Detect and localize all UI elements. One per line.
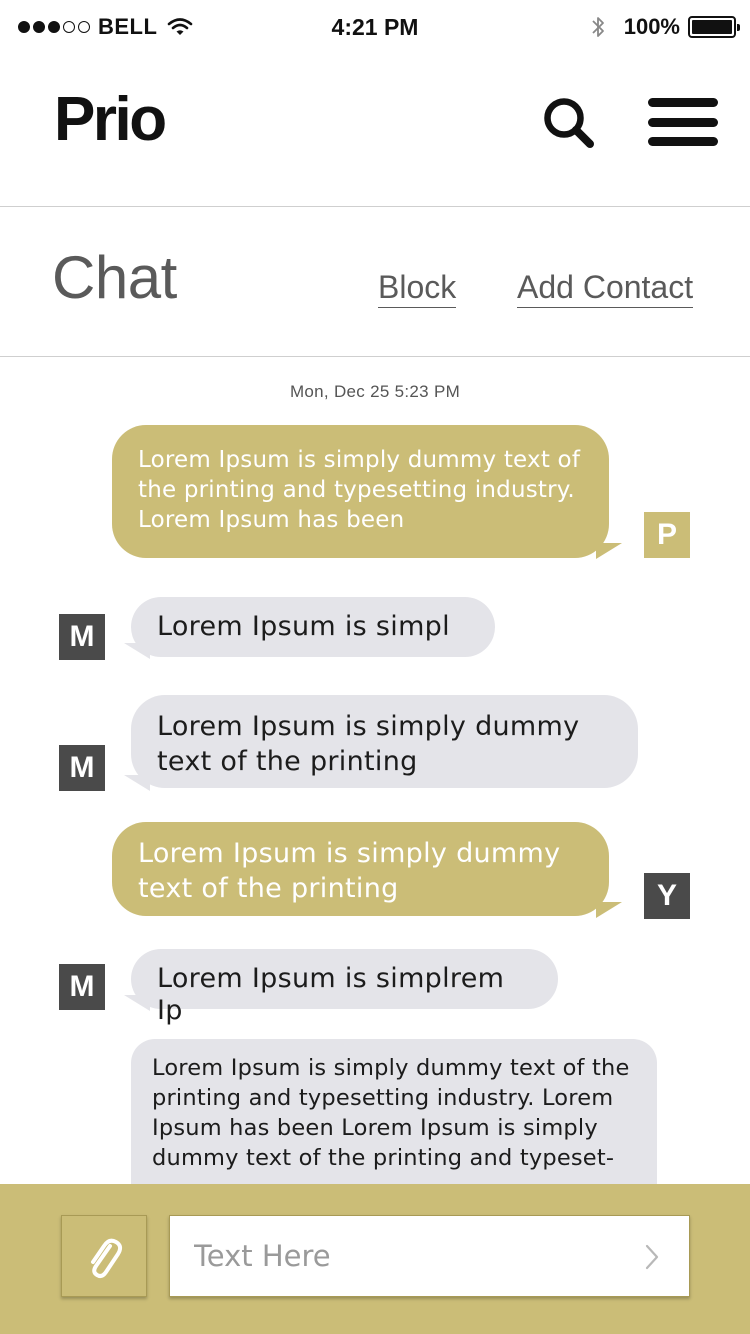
add-contact-link[interactable]: Add Contact	[517, 269, 694, 308]
message-input[interactable]	[194, 1239, 614, 1273]
incoming-message[interactable]: Lorem Ipsum is simply dummy text of the …	[131, 695, 638, 788]
outgoing-message[interactable]: Lorem Ipsum is simply dummy text of the …	[112, 822, 609, 916]
message-line: printing and typesetting industry. Lorem	[152, 1085, 614, 1111]
battery-fill	[692, 20, 732, 34]
message-line: the printing and typesetting industry.	[138, 477, 575, 503]
bluetooth-icon	[592, 17, 604, 37]
avatar[interactable]: P	[644, 512, 690, 558]
avatar[interactable]: Y	[644, 873, 690, 919]
app-header: Prio	[0, 54, 750, 207]
block-link[interactable]: Block	[378, 269, 457, 308]
message-line: Lorem Ipsum is simplrem Ip	[157, 963, 505, 1026]
message-line: text of the printing	[138, 873, 399, 904]
bubble-tail	[596, 543, 622, 559]
bubble-tail	[596, 902, 622, 918]
message-input-container	[169, 1215, 690, 1297]
menu-bar	[648, 137, 718, 146]
outgoing-message[interactable]: Lorem Ipsum is simply dummy text of the …	[112, 425, 609, 558]
search-button[interactable]	[540, 94, 598, 152]
message-line: Lorem Ipsum is simply dummy	[138, 838, 561, 869]
search-icon	[544, 98, 594, 148]
paperclip-icon	[91, 1238, 123, 1278]
menu-bar	[648, 98, 718, 107]
avatar[interactable]: M	[59, 614, 105, 660]
message-line: Lorem Ipsum is simply dummy	[157, 711, 580, 742]
message-line: Ipsum has been Lorem Ipsum is simply	[152, 1115, 598, 1141]
message-line: text of the printing	[157, 746, 418, 777]
battery-percentage: 100%	[623, 14, 680, 39]
message-line: Lorem Ipsum is simply dummy text of the	[152, 1055, 630, 1081]
incoming-message[interactable]: Lorem Ipsum is simply dummy text of the …	[131, 1039, 657, 1184]
chat-header: Chat Block Add Contact	[0, 207, 750, 357]
message-line: Lorem Ipsum has been	[138, 507, 405, 533]
avatar[interactable]: M	[59, 964, 105, 1010]
incoming-message[interactable]: Lorem Ipsum is simpl	[131, 597, 495, 657]
status-bar: BELL 4:21 PM 100%	[0, 0, 750, 54]
battery-tip	[737, 24, 740, 31]
app-logo[interactable]: Prio	[54, 84, 167, 155]
hamburger-menu-button[interactable]	[648, 98, 718, 146]
message-line: dummy text of the printing and typeset-	[152, 1145, 615, 1171]
incoming-message[interactable]: Lorem Ipsum is simplrem Ip	[131, 949, 558, 1026]
menu-bar	[648, 117, 718, 127]
chevron-right-icon[interactable]	[637, 1240, 667, 1274]
attach-button[interactable]	[61, 1215, 147, 1297]
status-right: 100%	[590, 12, 740, 42]
message-line: Lorem Ipsum is simply dummy text of	[138, 447, 581, 473]
message-timestamp: Mon, Dec 25 5:23 PM	[289, 382, 461, 401]
battery-icon	[688, 16, 740, 38]
avatar[interactable]: M	[59, 745, 105, 791]
message-composer	[0, 1184, 750, 1334]
chat-area[interactable]: Mon, Dec 25 5:23 PM Lorem Ipsum is simpl…	[0, 357, 750, 1184]
message-line: Lorem Ipsum is simpl	[157, 611, 450, 642]
page-title: Chat	[52, 244, 177, 311]
